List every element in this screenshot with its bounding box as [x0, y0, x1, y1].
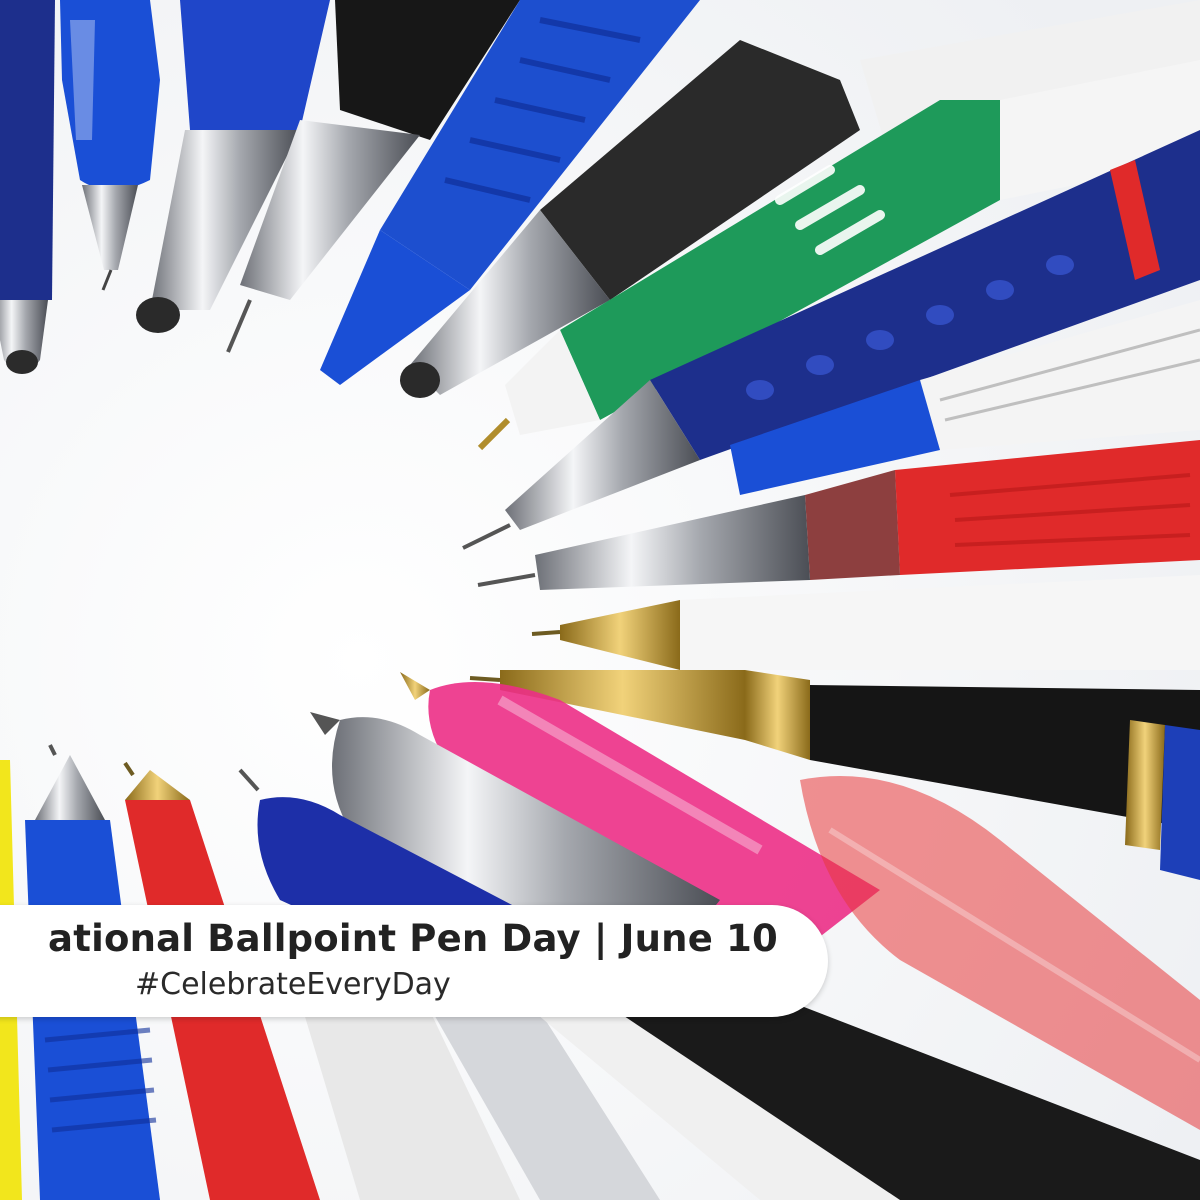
banner-hashtag: #CelebrateEveryDay [135, 967, 451, 1002]
pens-photo: ational Ballpoint Pen Day | June 10 #Cel… [0, 0, 1200, 1200]
banner-title: ational Ballpoint Pen Day | June 10 [48, 917, 778, 960]
pens-photo-illustration [0, 0, 1200, 1200]
title-banner: ational Ballpoint Pen Day | June 10 #Cel… [0, 905, 828, 1017]
